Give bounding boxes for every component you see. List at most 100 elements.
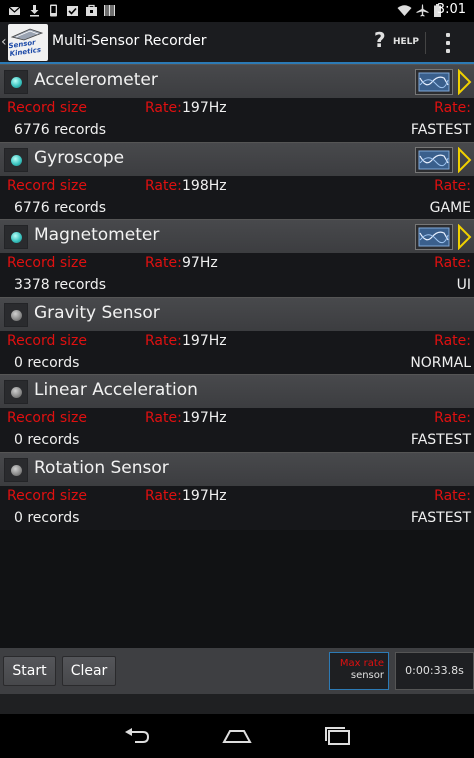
rate-value: 198Hz [182,177,227,194]
speed-setting[interactable]: UI [457,277,471,293]
delay-rate-label: Rate: [434,100,471,116]
sensor-name: Accelerometer [34,70,158,90]
sensor-name: Gravity Sensor [34,302,160,323]
app-logo[interactable]: Sensor Kinetics [8,24,48,61]
graph-button[interactable] [415,69,453,95]
record-size-label: Record size [7,332,87,349]
speed-setting[interactable]: GAME [430,200,471,216]
action-bar-divider [425,32,426,54]
sensor-name: Rotation Sensor [34,457,169,478]
record-size-label: Record size [7,487,87,504]
sensor-toggle[interactable] [4,302,28,327]
back-icon[interactable] [121,724,151,748]
recording-controls: Start Clear Max rate sensor 0:00:33.8s [0,648,474,694]
sensor-header[interactable]: Gyroscope [0,141,474,176]
download-icon [30,5,39,17]
graph-button[interactable] [415,224,453,251]
max-rate-sensor-label: sensor [350,670,384,681]
sensor-row: Magnetometer Record size Rate: 97Hz Rate… [0,219,474,297]
sensor-row: Linear Acceleration Record size Rate: 19… [0,374,474,452]
rate-label: Rate: [145,255,182,272]
help-icon: ? [374,28,386,52]
records-count: 0 records [14,432,80,449]
delay-rate-label: Rate: [434,177,471,194]
play-triangle-icon [458,223,472,251]
record-size-label: Record size [7,255,87,272]
max-rate-label: Max rate [339,658,384,669]
app-title: Multi-Sensor Recorder [52,33,207,49]
wifi-icon [397,5,412,16]
graph-button[interactable] [415,146,453,173]
sensor-details: Record size Rate: 197Hz Rate: 0 records … [0,485,474,530]
record-size-label: Record size [7,100,87,116]
status-led-icon [11,154,22,166]
delay-rate-label: Rate: [434,332,471,349]
speed-setting[interactable]: NORMAL [410,355,471,371]
sensor-row: Gravity Sensor Record size Rate: 197Hz R… [0,296,474,375]
sensor-toggle[interactable] [4,70,28,94]
play-triangle-icon [458,68,472,96]
sensor-toggle[interactable] [4,457,28,482]
overflow-menu-icon[interactable] [438,30,458,56]
rate-value: 197Hz [182,332,227,349]
graph-icon [418,227,450,247]
records-count: 3378 records [14,277,107,294]
records-count: 6776 records [14,122,107,138]
elapsed-timer: 0:00:33.8s [395,652,474,690]
play-button[interactable] [456,146,472,174]
records-count: 0 records [14,509,80,526]
sensor-header[interactable]: Magnetometer [0,219,474,254]
home-icon[interactable] [222,724,252,748]
sensor-row: Accelerometer Record size Rate: 197Hz Ra… [0,64,474,142]
sensor-header[interactable]: Linear Acceleration [0,374,474,409]
status-led-icon [11,309,22,321]
speed-setting[interactable]: FASTEST [411,510,471,526]
delay-rate-label: Rate: [434,410,471,427]
recent-apps-icon[interactable] [323,724,353,748]
barcode-icon [104,5,115,16]
clock-time: 3:01 [436,2,466,17]
sensor-details: Record size Rate: 197Hz Rate: 0 records … [0,330,474,375]
play-button[interactable] [456,68,472,96]
rate-label: Rate: [145,100,182,116]
sensor-header[interactable]: Rotation Sensor [0,451,474,486]
rate-label: Rate: [145,487,182,504]
mail-icon [8,6,21,15]
sensor-toggle[interactable] [4,147,28,172]
navigation-bar [0,714,474,758]
sensor-header[interactable]: Gravity Sensor [0,296,474,331]
records-count: 0 records [14,354,80,371]
status-led-icon [11,77,22,88]
record-size-label: Record size [7,410,87,427]
sensor-details: Record size Rate: 97Hz Rate: 3378 record… [0,253,474,297]
rate-value: 197Hz [182,410,227,427]
rate-label: Rate: [145,410,182,427]
sensor-header[interactable]: Accelerometer [0,64,474,98]
help-button[interactable]: ? HELP [372,28,420,58]
sensor-list: Accelerometer Record size Rate: 197Hz Ra… [0,64,474,530]
airplane-mode-icon [416,4,429,17]
help-label: HELP [393,37,420,47]
status-led-icon [11,464,22,476]
speed-setting[interactable]: FASTEST [411,432,471,448]
max-rate-sensor-indicator[interactable]: Max rate sensor [329,652,389,690]
status-led-icon [11,387,22,399]
start-button[interactable]: Start [3,656,56,686]
sensor-toggle[interactable] [4,380,28,405]
delay-rate-label: Rate: [434,255,471,272]
sensor-name: Magnetometer [34,225,160,246]
sensor-details: Record size Rate: 197Hz Rate: 0 records … [0,408,474,452]
rate-value: 197Hz [182,100,227,116]
phone-icon [50,4,57,17]
play-button[interactable] [456,223,472,251]
delay-rate-label: Rate: [434,487,471,504]
up-caret-icon[interactable]: ‹ [1,34,7,50]
sensor-row: Gyroscope Record size Rate: 198Hz Rate: … [0,141,474,220]
clear-button[interactable]: Clear [62,656,116,686]
logo-text: Sensor Kinetics [8,38,42,59]
shopping-icon [86,4,97,16]
speed-setting[interactable]: FASTEST [411,122,471,138]
graph-icon [418,72,450,92]
sensor-details: Record size Rate: 198Hz Rate: 6776 recor… [0,175,474,220]
sensor-toggle[interactable] [4,225,28,250]
